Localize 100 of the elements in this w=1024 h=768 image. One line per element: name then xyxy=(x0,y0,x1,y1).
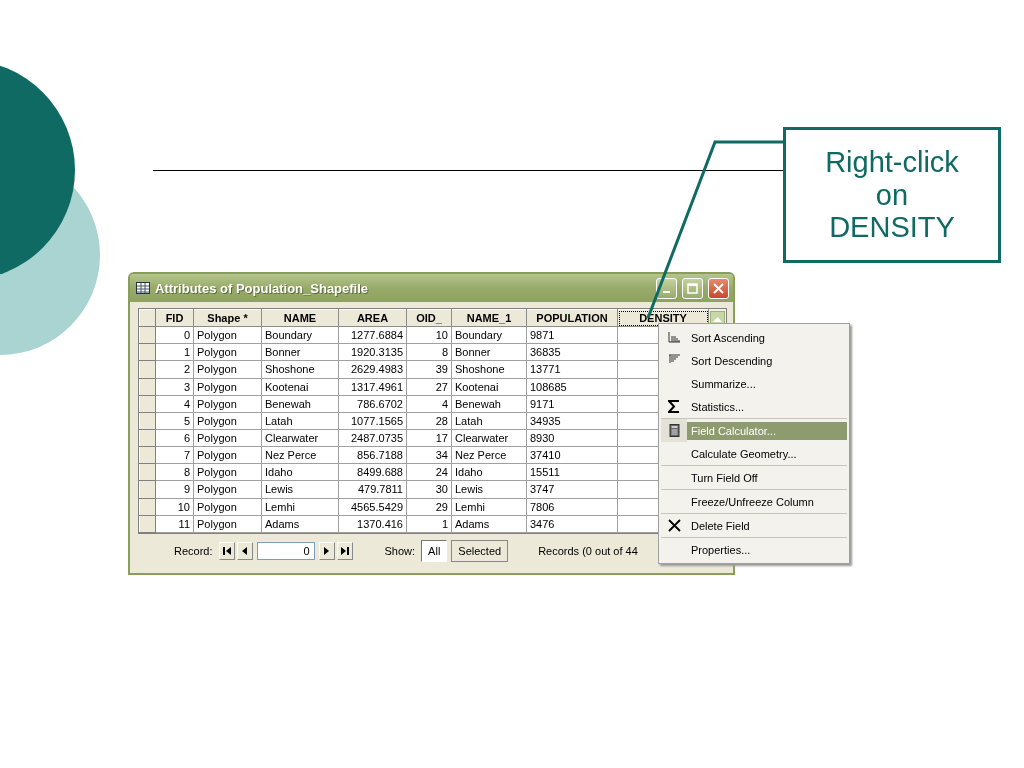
table-cell: 34935 xyxy=(526,412,618,430)
table-cell: Nez Perce xyxy=(451,446,527,464)
skip-end-icon xyxy=(340,547,349,555)
table-cell: 1 xyxy=(155,343,194,361)
close-icon xyxy=(713,282,724,294)
table-cell: Lemhi xyxy=(261,498,339,516)
column-header[interactable]: AREA xyxy=(338,309,407,327)
table-cell: Nez Perce xyxy=(261,446,339,464)
table-cell: Benewah xyxy=(261,395,339,413)
record-field[interactable]: 0 xyxy=(256,542,315,560)
table-cell: 786.6702 xyxy=(338,395,407,413)
row-selector[interactable] xyxy=(139,309,156,327)
column-header[interactable]: OID_ xyxy=(406,309,452,327)
table-cell: 30 xyxy=(406,480,452,499)
menu-item[interactable]: Sort Descending xyxy=(687,351,847,370)
menu-item[interactable]: Sort Ascending xyxy=(687,328,847,347)
cross-icon xyxy=(667,519,681,532)
table-cell: 27 xyxy=(406,378,452,396)
table-cell: 1370.416 xyxy=(338,515,407,533)
first-record-button[interactable] xyxy=(218,542,235,560)
skip-start-icon xyxy=(222,547,231,555)
menu-item[interactable]: Freeze/Unfreeze Column xyxy=(687,492,847,511)
table-cell: Polygon xyxy=(193,446,262,464)
table-cell: 1 xyxy=(406,515,452,533)
table-cell: Latah xyxy=(451,412,527,430)
show-toggle-button[interactable]: All xyxy=(421,540,448,562)
table-cell: 8 xyxy=(155,463,194,481)
table-cell: 856.7188 xyxy=(338,446,407,464)
table-cell: Boundary xyxy=(261,326,339,344)
table-cell: Polygon xyxy=(193,343,262,361)
table-cell: 7806 xyxy=(526,498,618,516)
menu-item[interactable]: Turn Field Off xyxy=(687,468,847,487)
menu-item[interactable]: Summarize... xyxy=(687,374,847,393)
table-cell: 10 xyxy=(155,498,194,516)
sort-ascending-icon xyxy=(667,331,681,344)
table-cell: Shoshone xyxy=(261,360,339,379)
menu-item[interactable]: Delete Field xyxy=(687,516,847,535)
sigma-icon xyxy=(667,400,681,413)
up-arrow-icon xyxy=(713,315,722,322)
table-cell: Lewis xyxy=(261,480,339,499)
table-cell: 1077.1565 xyxy=(338,412,407,430)
next-record-button[interactable] xyxy=(318,542,335,560)
record-label: Record: xyxy=(174,545,213,557)
table-cell: 34 xyxy=(406,446,452,464)
column-header[interactable]: POPULATION xyxy=(526,309,618,327)
table-cell: 37410 xyxy=(526,446,618,464)
table-cell: 8930 xyxy=(526,429,618,447)
table-cell: Idaho xyxy=(451,463,527,481)
table-cell: 6 xyxy=(155,429,194,447)
maximize-button[interactable] xyxy=(682,277,703,299)
table-cell: 13771 xyxy=(526,360,618,379)
table-cell: 29 xyxy=(406,498,452,516)
table-cell: 8499.688 xyxy=(338,463,407,481)
menu-item[interactable]: Statistics... xyxy=(687,397,847,416)
calculator-icon xyxy=(667,424,681,437)
table-cell: Polygon xyxy=(193,378,262,396)
table-cell: Shoshone xyxy=(451,360,527,379)
table-cell: 4 xyxy=(406,395,452,413)
menu-item[interactable]: Properties... xyxy=(687,540,847,559)
table-cell: Kootenai xyxy=(451,378,527,396)
table-cell: 4565.5429 xyxy=(338,498,407,516)
table-cell: Polygon xyxy=(193,480,262,499)
menu-item[interactable]: Calculate Geometry... xyxy=(687,444,847,463)
table-cell: Polygon xyxy=(193,515,262,533)
table-cell: 15511 xyxy=(526,463,618,481)
table-cell: Adams xyxy=(451,515,527,533)
table-cell: 4 xyxy=(155,395,194,413)
table-cell: 2487.0735 xyxy=(338,429,407,447)
table-cell: Clearwater xyxy=(261,429,339,447)
table-cell: 2 xyxy=(155,360,194,379)
table-cell: Polygon xyxy=(193,395,262,413)
table-cell: Polygon xyxy=(193,498,262,516)
table-cell: 1317.4961 xyxy=(338,378,407,396)
table-cell: 10 xyxy=(406,326,452,344)
column-header[interactable]: NAME xyxy=(261,309,339,327)
close-button[interactable] xyxy=(708,277,729,299)
right-arrow-icon xyxy=(324,547,330,555)
table-cell: Latah xyxy=(261,412,339,430)
table-cell: Polygon xyxy=(193,326,262,344)
records-status: Records (0 out of 44 xyxy=(538,545,638,557)
column-header[interactable]: NAME_1 xyxy=(451,309,527,327)
table-cell: 3476 xyxy=(526,515,618,533)
last-record-button[interactable] xyxy=(336,542,353,560)
table-cell: 3747 xyxy=(526,480,618,499)
column-header[interactable]: FID xyxy=(155,309,194,327)
table-cell: 9171 xyxy=(526,395,618,413)
previous-record-button[interactable] xyxy=(236,542,253,560)
table-cell: Lemhi xyxy=(451,498,527,516)
table-cell: 108685 xyxy=(526,378,618,396)
table-cell: 479.7811 xyxy=(338,480,407,499)
table-cell: 17 xyxy=(406,429,452,447)
table-cell: Bonner xyxy=(261,343,339,361)
table-cell: 3 xyxy=(155,378,194,396)
show-toggle-button[interactable]: Selected xyxy=(451,540,509,562)
minimize-icon xyxy=(663,291,670,293)
table-cell: 1920.3135 xyxy=(338,343,407,361)
table-cell: Bonner xyxy=(451,343,527,361)
column-header[interactable]: Shape * xyxy=(193,309,262,327)
table-cell: 39 xyxy=(406,360,452,379)
table-cell: Polygon xyxy=(193,463,262,481)
